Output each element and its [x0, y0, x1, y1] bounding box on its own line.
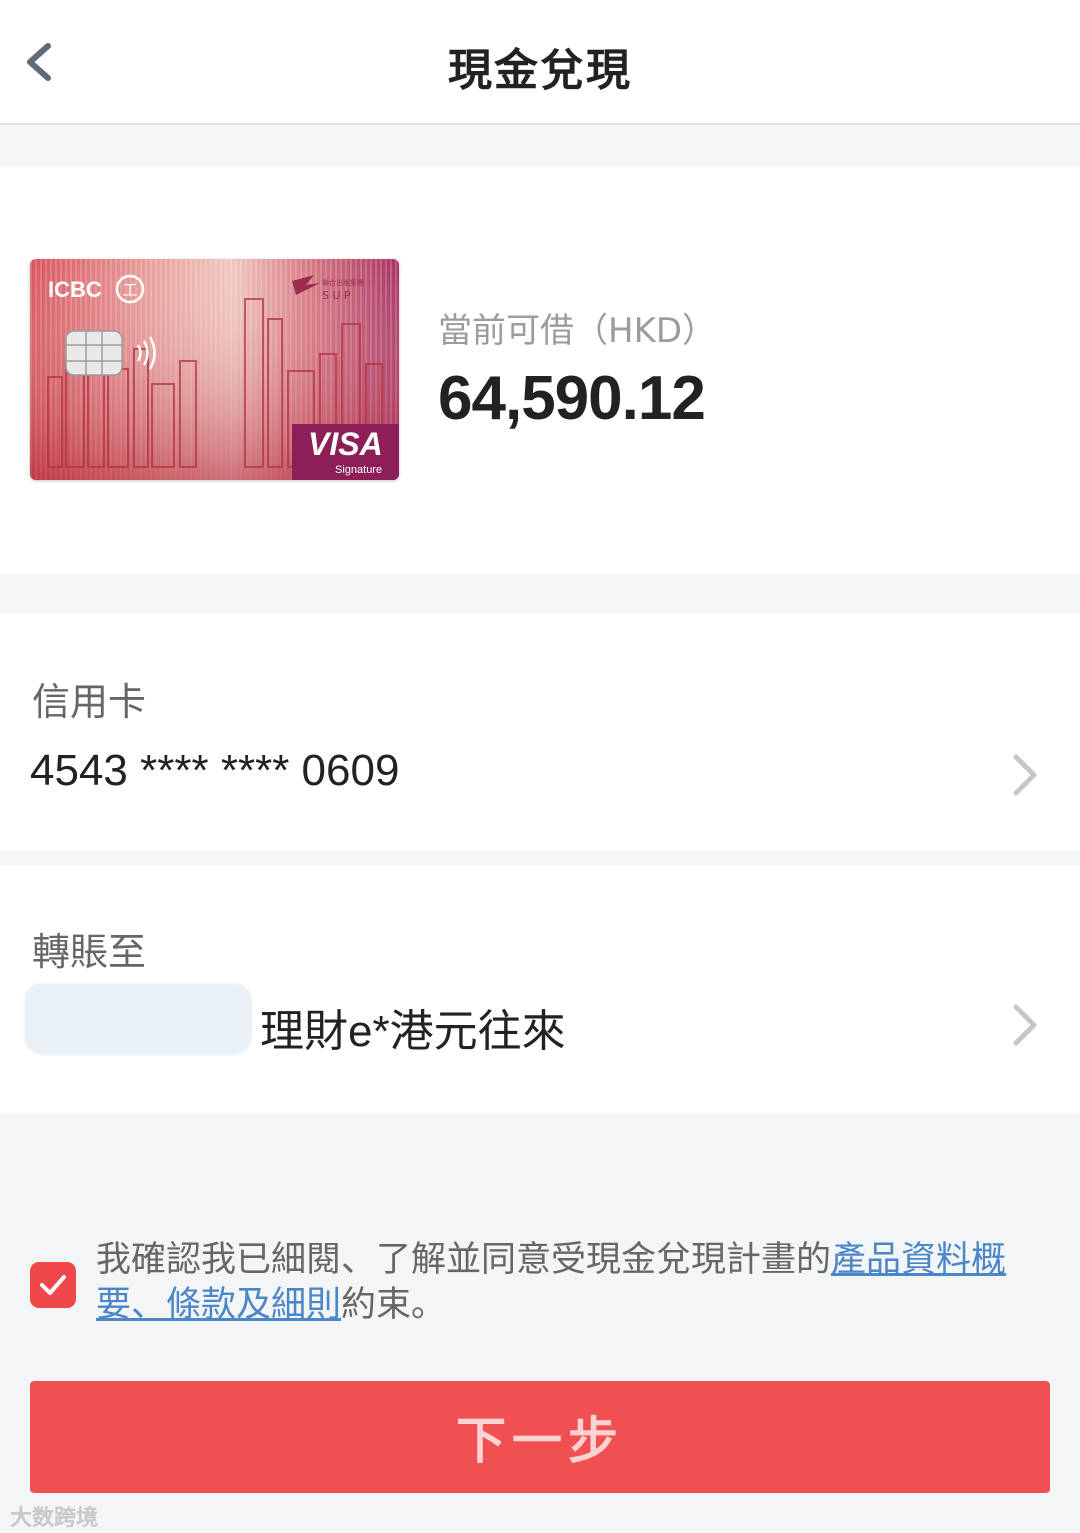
- card-network-tier: Signature: [335, 464, 382, 476]
- card-partner-logo: S U P: [322, 289, 351, 302]
- next-step-button[interactable]: 下一步: [30, 1381, 1050, 1493]
- agreement-checkbox[interactable]: [30, 1262, 76, 1308]
- card-partner-name: 聯合出版集團: [322, 278, 364, 287]
- transfer-account-selector[interactable]: 轉賬至 理財e*港元往來: [0, 865, 1080, 1113]
- card-summary: ICBC 工 聯合出版集團 S U P VISA Signature 當前可借（…: [0, 167, 1080, 574]
- agreement-text: 我確認我已細閱、了解並同意受現金兌現計畫的產品資料概要、條款及細則約束。: [96, 1238, 1051, 1328]
- watermark: 大数跨境: [10, 1506, 99, 1531]
- nav-bar: 現金兌現: [0, 0, 1080, 125]
- page-title: 現金兌現: [448, 45, 632, 96]
- transfer-account-name: 理財e*港元往來: [260, 1007, 566, 1056]
- card-bank-seal: 工: [122, 281, 137, 299]
- redacted-account-number: [24, 983, 252, 1055]
- transfer-to-label: 轉賬至: [32, 930, 147, 974]
- card-bank-logo: ICBC: [48, 277, 102, 302]
- credit-card-image: ICBC 工 聯合出版集團 S U P VISA Signature: [30, 259, 399, 480]
- credit-card-number: 4543 **** **** 0609: [30, 746, 400, 795]
- credit-card-label: 信用卡: [32, 680, 147, 724]
- agreement-text-after: 約束。: [341, 1285, 447, 1325]
- available-credit-amount: 64,590.12: [438, 364, 706, 433]
- agreement-text-before: 我確認我已細閱、了解並同意受現金兌現計畫的: [96, 1240, 832, 1280]
- credit-card-selector[interactable]: 信用卡 4543 **** **** 0609: [0, 613, 1080, 851]
- chevron-right-icon: [1013, 754, 1037, 796]
- card-network-logo: VISA: [308, 426, 383, 462]
- checkmark-icon: [40, 1275, 66, 1295]
- available-credit-label: 當前可借（HKD）: [438, 311, 717, 351]
- chevron-right-icon: [1013, 1004, 1037, 1046]
